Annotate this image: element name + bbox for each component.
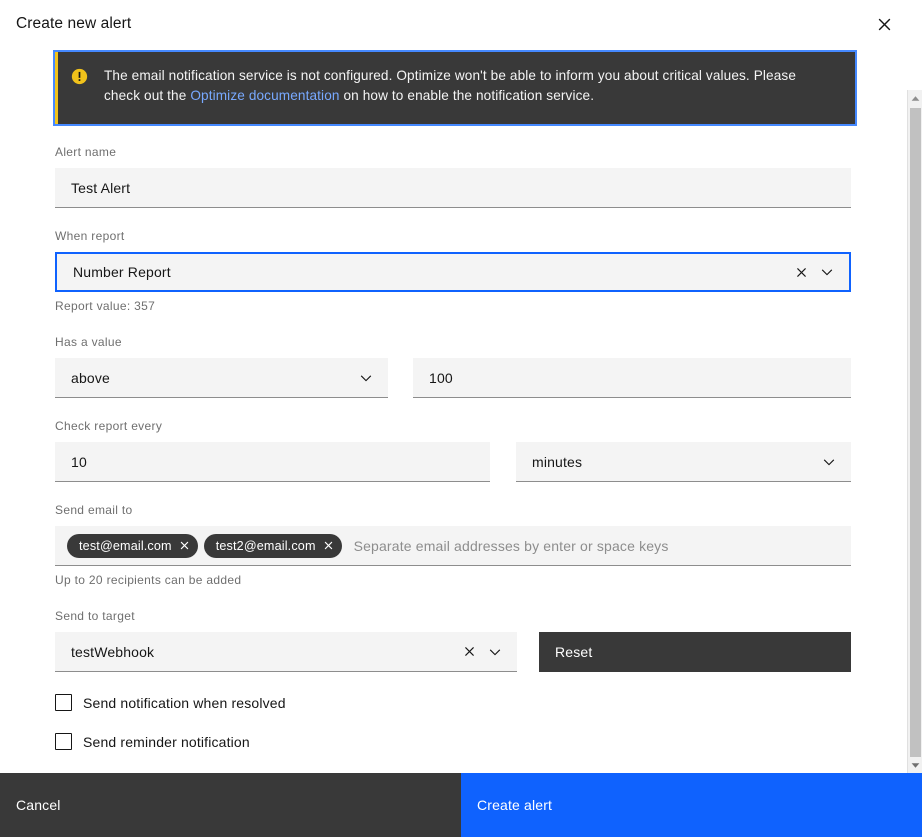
threshold-input[interactable]: 100 bbox=[413, 358, 851, 398]
check-report-every-label: Check report every bbox=[55, 418, 851, 434]
has-a-value-label: Has a value bbox=[55, 334, 851, 350]
create-alert-modal: Create new alert Th bbox=[0, 0, 922, 837]
send-email-to-label: Send email to bbox=[55, 502, 851, 518]
send-notification-when-resolved-checkbox[interactable]: Send notification when resolved bbox=[55, 694, 851, 711]
check-report-every-group: Check report every 10 minutes bbox=[55, 418, 851, 482]
send-to-target-value: testWebhook bbox=[71, 644, 477, 660]
reset-button[interactable]: Reset bbox=[539, 632, 851, 672]
send-email-to-group: Send email to test@email.com test2@email… bbox=[55, 502, 851, 588]
check-report-every-row: 10 minutes bbox=[55, 442, 851, 482]
when-report-value: Number Report bbox=[73, 264, 809, 280]
checkbox-box-icon bbox=[55, 733, 72, 750]
email-tag: test@email.com bbox=[67, 534, 198, 558]
email-tag-remove-close-icon[interactable] bbox=[179, 540, 190, 551]
interval-unit-value: minutes bbox=[532, 454, 811, 470]
interval-value: 10 bbox=[71, 454, 474, 470]
has-a-value-group: Has a value above bbox=[55, 334, 851, 398]
send-to-target-group: Send to target testWebhook bbox=[55, 608, 851, 672]
when-report-select[interactable]: Number Report bbox=[55, 252, 851, 292]
operator-value: above bbox=[71, 370, 348, 386]
email-tag-remove-close-icon[interactable] bbox=[323, 540, 334, 551]
interval-unit-select[interactable]: minutes bbox=[516, 442, 851, 482]
page-title: Create new alert bbox=[16, 14, 131, 34]
scrollbar-thumb[interactable] bbox=[910, 108, 921, 764]
alert-name-value: Test Alert bbox=[71, 180, 835, 196]
send-email-to-placeholder: Separate email addresses by enter or spa… bbox=[348, 538, 669, 554]
vertical-scrollbar[interactable] bbox=[907, 90, 922, 773]
email-tag-label: test2@email.com bbox=[216, 539, 316, 553]
close-button[interactable] bbox=[860, 0, 908, 48]
send-to-target-chevron-down-icon[interactable] bbox=[485, 642, 505, 662]
email-tag: test2@email.com bbox=[204, 534, 342, 558]
when-report-chevron-down-icon[interactable] bbox=[817, 262, 837, 282]
alert-name-input[interactable]: Test Alert bbox=[55, 168, 851, 208]
interval-unit-chevron-down-icon[interactable] bbox=[819, 452, 839, 472]
alert-name-label: Alert name bbox=[55, 144, 851, 160]
cancel-button[interactable]: Cancel bbox=[0, 773, 461, 837]
notification-message: The email notification service is not co… bbox=[104, 66, 834, 106]
interval-input[interactable]: 10 bbox=[55, 442, 490, 482]
when-report-label: When report bbox=[55, 228, 851, 244]
send-to-target-select[interactable]: testWebhook bbox=[55, 632, 517, 672]
send-to-target-label: Send to target bbox=[55, 608, 851, 624]
has-a-value-row: above 100 bbox=[55, 358, 851, 398]
modal-footer: Cancel Create alert bbox=[0, 773, 922, 837]
scroll-down-caret-down-icon[interactable] bbox=[908, 757, 922, 773]
alert-name-group: Alert name Test Alert bbox=[55, 144, 851, 208]
close-icon bbox=[877, 17, 892, 32]
send-reminder-notification-checkbox[interactable]: Send reminder notification bbox=[55, 733, 851, 750]
when-report-clear-icon[interactable] bbox=[791, 262, 811, 282]
create-alert-button[interactable]: Create alert bbox=[461, 773, 922, 837]
send-email-to-input[interactable]: test@email.com test2@email.com bbox=[55, 526, 851, 566]
email-tag-label: test@email.com bbox=[79, 539, 172, 553]
checkbox-box-icon bbox=[55, 694, 72, 711]
send-notification-when-resolved-label: Send notification when resolved bbox=[83, 695, 286, 711]
operator-select[interactable]: above bbox=[55, 358, 388, 398]
notification-text-after: on how to enable the notification servic… bbox=[340, 88, 595, 103]
send-to-target-row: testWebhook bbox=[55, 632, 851, 672]
send-to-target-clear-icon[interactable] bbox=[459, 642, 479, 662]
when-report-helper: Report value: 357 bbox=[55, 298, 851, 314]
threshold-value: 100 bbox=[429, 370, 835, 386]
warning-filled-icon bbox=[71, 68, 88, 90]
warning-notification: The email notification service is not co… bbox=[55, 52, 855, 124]
modal-body: The email notification service is not co… bbox=[0, 48, 922, 773]
when-report-group: When report Number Report bbox=[55, 228, 851, 314]
scroll-up-caret-up-icon[interactable] bbox=[908, 90, 922, 106]
optimize-documentation-link[interactable]: Optimize documentation bbox=[190, 88, 339, 103]
operator-chevron-down-icon[interactable] bbox=[356, 368, 376, 388]
send-email-to-helper: Up to 20 recipients can be added bbox=[55, 572, 851, 588]
modal-header: Create new alert bbox=[0, 0, 922, 48]
send-reminder-notification-label: Send reminder notification bbox=[83, 734, 250, 750]
